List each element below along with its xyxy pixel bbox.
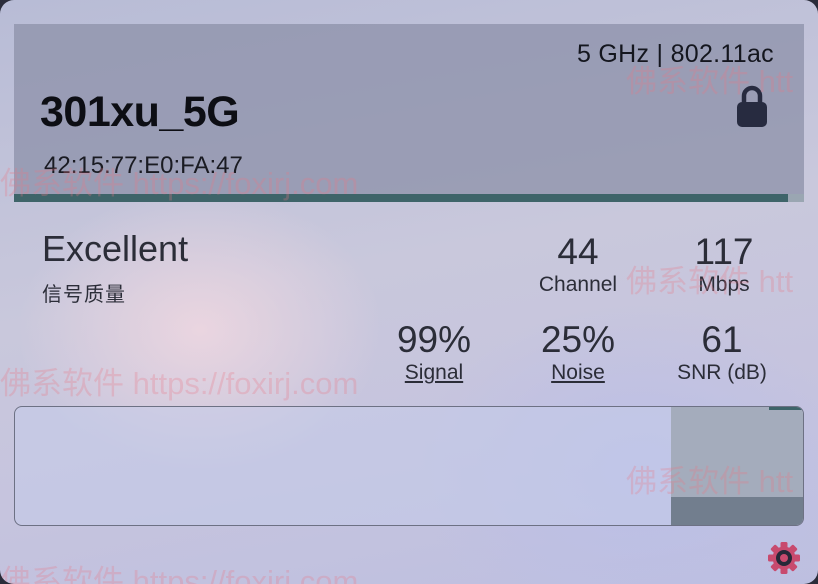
channel-label: Channel xyxy=(538,273,618,296)
watermark-text: 佛系软件 https://foxirj.com xyxy=(0,366,359,401)
rate-label: Mbps xyxy=(698,273,750,296)
watermark-text: 佛系软件 https://foxirj.com xyxy=(0,564,359,584)
rate-value: 117 xyxy=(694,231,754,272)
channel-value: 44 xyxy=(557,231,599,272)
channel-stat: 44 Channel xyxy=(528,232,628,298)
rate-stat: 117 Mbps xyxy=(672,232,776,298)
signal-link[interactable]: Signal xyxy=(382,360,486,386)
noise-value: 25% xyxy=(540,319,616,360)
band-level-fill xyxy=(14,194,789,202)
quality-caption: 信号质量 xyxy=(42,284,126,306)
noise-link[interactable]: Noise xyxy=(526,360,630,386)
bssid-label: 42:15:77:E0:FA:47 xyxy=(44,152,243,179)
graph-signal-line xyxy=(769,407,803,410)
graph-signal-area xyxy=(671,497,803,525)
noise-stat: 25% Noise xyxy=(526,320,630,386)
signal-stat: 99% Signal xyxy=(382,320,486,386)
wifi-popover: 5 GHz | 802.11ac 301xu_5G 42:15:77:E0:FA… xyxy=(0,0,818,584)
quality-label: Excellent xyxy=(42,228,189,269)
snr-stat: 61 SNR (dB) xyxy=(662,320,782,386)
band-level-bar xyxy=(14,194,804,202)
frequency-label: 5 GHz | 802.11ac xyxy=(576,40,774,68)
network-header: 5 GHz | 802.11ac 301xu_5G 42:15:77:E0:FA… xyxy=(14,24,804,202)
ssid-title: 301xu_5G xyxy=(40,88,240,136)
snr-label: SNR (dB) xyxy=(677,361,767,384)
signal-value: 99% xyxy=(396,319,472,360)
lock-icon xyxy=(737,85,767,127)
signal-history-graph xyxy=(14,406,804,526)
snr-value: 61 xyxy=(701,319,743,360)
gear-icon[interactable] xyxy=(766,540,802,576)
